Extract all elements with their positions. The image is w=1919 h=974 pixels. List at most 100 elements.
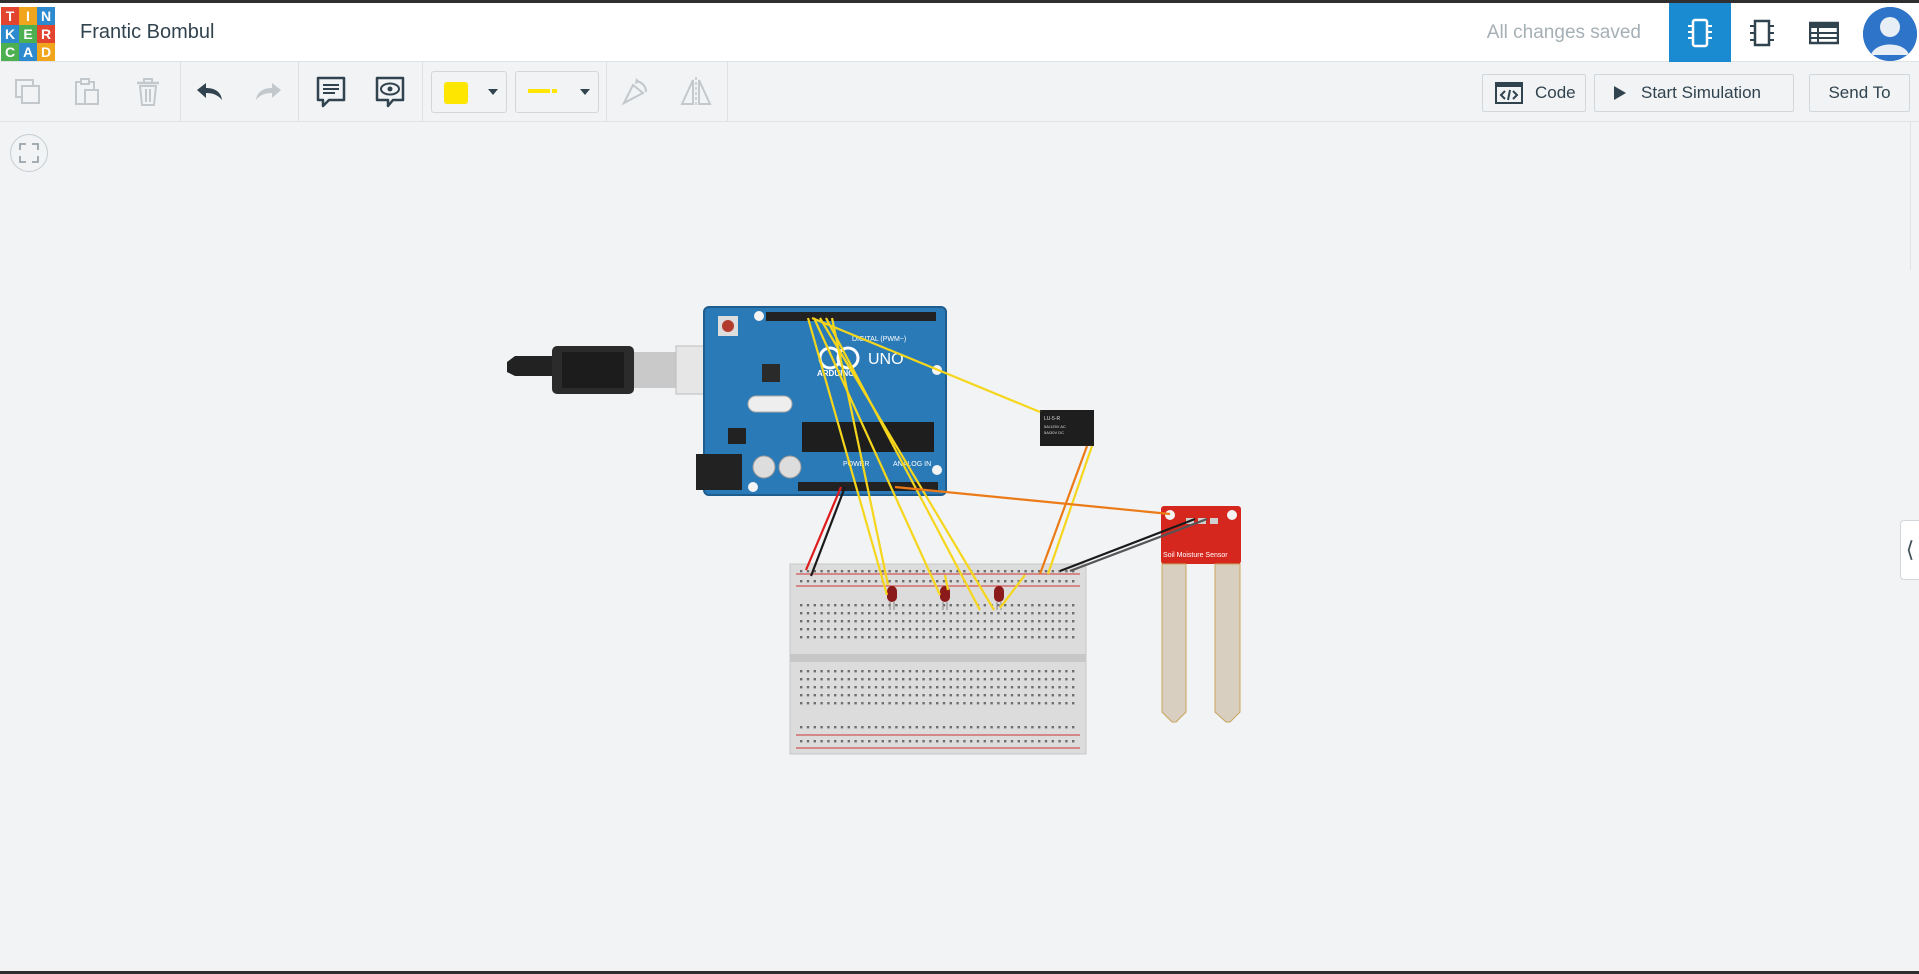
start-simulation-button[interactable]: Start Simulation — [1594, 74, 1794, 112]
breadboard-hole — [1038, 636, 1041, 639]
breadboard-hole — [915, 678, 918, 681]
breadboard-hole — [922, 740, 925, 743]
breadboard-hole — [854, 604, 857, 607]
breadboard-hole — [1044, 740, 1048, 743]
breadboard-hole — [956, 726, 959, 729]
soil-moisture-sensor[interactable]: Soil Moisture Sensor — [1161, 506, 1241, 723]
breadboard-hole — [1031, 620, 1034, 623]
paste-button[interactable] — [67, 72, 107, 112]
breadboard-hole — [976, 678, 980, 681]
breadboard-hole — [895, 740, 898, 743]
breadboard-hole — [1072, 620, 1075, 623]
breadboard-hole — [1072, 612, 1075, 615]
breadboard-hole — [861, 636, 864, 639]
toolbar-divider — [422, 62, 423, 121]
breadboard-hole — [902, 686, 905, 689]
send-to-button[interactable]: Send To — [1809, 74, 1910, 112]
breadboard-hole — [861, 702, 864, 705]
breadboard-hole — [827, 570, 830, 573]
breadboard-hole — [874, 636, 878, 639]
breadboard-hole — [888, 702, 891, 705]
breadboard-hole — [888, 740, 891, 743]
breadboard-hole — [908, 740, 912, 743]
breadboard-hole — [847, 686, 850, 689]
breadboard-hole — [1058, 620, 1061, 623]
logo-letter: N — [37, 7, 55, 25]
breadboard-hole — [881, 570, 884, 573]
breadboard-hole — [1004, 726, 1007, 729]
breadboard-hole — [868, 612, 871, 615]
breadboard-hole — [956, 636, 959, 639]
breadboard-hole — [827, 670, 830, 673]
breadboard-hole — [1038, 604, 1041, 607]
breadboard-hole — [970, 620, 973, 623]
breadboard-hole — [936, 604, 939, 607]
breadboard-hole — [929, 702, 932, 705]
component-list-button[interactable] — [1793, 3, 1855, 62]
copy-button[interactable] — [8, 72, 48, 112]
code-button[interactable]: Code — [1482, 74, 1586, 112]
relay-module[interactable]: LU-5-R 5A/125V AC 5A/30V DC — [1040, 410, 1094, 446]
breadboard-hole — [1024, 694, 1027, 697]
notes-button[interactable] — [311, 72, 351, 112]
wire-style-dropdown[interactable] — [515, 71, 599, 113]
rotate-button[interactable] — [614, 72, 654, 112]
breadboard-hole — [813, 686, 816, 689]
breadboard-hole — [929, 580, 932, 583]
breadboard-hole — [820, 570, 823, 573]
notes-visibility-button[interactable] — [370, 72, 410, 112]
breadboard-hole — [970, 580, 973, 583]
breadboard-hole — [997, 636, 1000, 639]
breadboard-hole — [806, 702, 810, 705]
user-avatar[interactable] — [1863, 7, 1917, 61]
circuit-canvas[interactable]: UNO ARDUINO DIGITAL (PWM~) POWER ANALOG … — [0, 122, 1919, 974]
wire-color-dropdown[interactable] — [431, 71, 507, 113]
breadboard-hole — [881, 612, 884, 615]
breadboard-hole — [908, 702, 912, 705]
breadboard-hole — [895, 636, 898, 639]
breadboard-hole — [1004, 620, 1007, 623]
breadboard-hole — [868, 686, 871, 689]
breadboard-hole — [1031, 702, 1034, 705]
breadboard-hole — [963, 686, 966, 689]
tinkercad-logo[interactable]: T I N K E R C A D — [0, 6, 56, 62]
breadboard-hole — [806, 678, 810, 681]
flip-button[interactable] — [676, 72, 716, 112]
breadboard-hole — [997, 686, 1000, 689]
breadboard-hole — [1072, 636, 1075, 639]
schematic-view-button[interactable] — [1731, 3, 1793, 62]
breadboard-hole — [834, 604, 837, 607]
sensor-label: Soil Moisture Sensor — [1163, 552, 1228, 559]
breadboard-hole — [929, 620, 932, 623]
breadboard-hole — [800, 670, 803, 673]
delete-button[interactable] — [128, 72, 168, 112]
breadboard-hole — [1017, 636, 1020, 639]
project-title[interactable]: Frantic Bombul — [80, 21, 215, 44]
breadboard-hole — [949, 670, 952, 673]
breadboard-hole — [956, 612, 959, 615]
breadboard-hole — [970, 604, 973, 607]
undo-button[interactable] — [190, 72, 230, 112]
breadboard-hole — [861, 604, 864, 607]
breadboard-hole — [827, 636, 830, 639]
circuit-view-button[interactable] — [1669, 3, 1731, 62]
breadboard-hole — [813, 678, 816, 681]
breadboard-hole — [970, 740, 973, 743]
breadboard-hole — [1038, 702, 1041, 705]
redo-button[interactable] — [248, 72, 288, 112]
breadboard-hole — [1044, 726, 1048, 729]
code-label: Code — [1535, 83, 1576, 102]
breadboard-hole — [868, 570, 871, 573]
breadboard-hole — [990, 628, 993, 631]
breadboard-hole — [881, 686, 884, 689]
breadboard-hole — [847, 702, 850, 705]
breadboard-hole — [868, 636, 871, 639]
breadboard-hole — [929, 604, 932, 607]
breadboard-hole — [970, 670, 973, 673]
breadboard-hole — [936, 570, 939, 573]
breadboard-hole — [806, 604, 810, 607]
breadboard-hole — [1038, 694, 1041, 697]
breadboard-hole — [834, 670, 837, 673]
breadboard-hole — [861, 726, 864, 729]
breadboard-hole — [1051, 628, 1054, 631]
